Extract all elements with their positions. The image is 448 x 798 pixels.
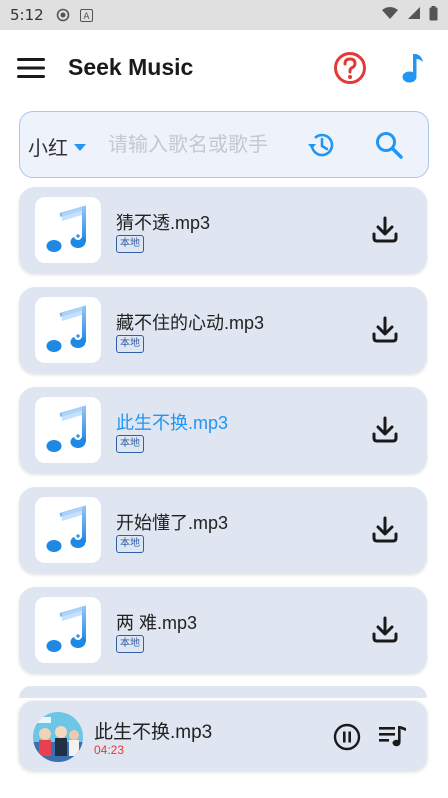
download-icon xyxy=(372,416,398,443)
song-source-tag: 本地 xyxy=(116,235,144,253)
status-bar: 5:12 A xyxy=(0,0,448,30)
song-source-tag: 本地 xyxy=(116,635,144,653)
download-icon xyxy=(372,616,398,643)
search-bar: 小红 xyxy=(19,111,429,178)
song-item[interactable]: 此生不换.mp3 本地 xyxy=(19,387,427,473)
mini-player[interactable]: 此生不换.mp3 04:23 xyxy=(19,701,427,771)
download-button[interactable] xyxy=(371,216,399,246)
a-badge-icon: A xyxy=(79,8,93,22)
song-item[interactable]: 开始懂了.mp3 本地 xyxy=(19,487,427,573)
song-source-tag: 本地 xyxy=(116,535,144,553)
song-cover xyxy=(35,297,101,363)
wifi-icon xyxy=(381,6,399,24)
song-cover xyxy=(35,497,101,563)
help-icon xyxy=(334,52,366,84)
status-time: 5:12 xyxy=(10,6,44,24)
playlist-icon xyxy=(379,726,406,747)
signal-icon xyxy=(407,6,421,24)
caret-down-icon xyxy=(74,135,86,158)
song-item[interactable]: 猜不透.mp3 本地 xyxy=(19,187,427,273)
player-time: 04:23 xyxy=(94,743,125,757)
battery-icon xyxy=(429,5,438,25)
source-label: 小红 xyxy=(28,138,68,160)
record-icon xyxy=(56,8,70,22)
song-cover xyxy=(35,597,101,663)
music-file-icon xyxy=(46,405,86,452)
song-cover xyxy=(35,197,101,263)
download-icon xyxy=(372,516,398,543)
pause-icon xyxy=(333,723,361,751)
app-bar: Seek Music xyxy=(0,30,448,106)
search-button[interactable] xyxy=(374,130,404,160)
music-file-icon xyxy=(46,505,86,552)
svg-text:A: A xyxy=(83,12,90,22)
history-button[interactable] xyxy=(306,130,336,160)
music-file-icon xyxy=(46,205,86,252)
player-song-title: 此生不换.mp3 xyxy=(94,722,213,743)
menu-icon xyxy=(17,58,45,78)
song-item[interactable]: 藏不住的心动.mp3 本地 xyxy=(19,287,427,373)
song-title: 两 难.mp3 xyxy=(116,613,198,633)
menu-button[interactable] xyxy=(14,54,48,82)
playlist-button[interactable] xyxy=(379,725,407,749)
pause-button[interactable] xyxy=(333,723,361,751)
song-title: 此生不换.mp3 xyxy=(116,413,229,433)
song-title: 开始懂了.mp3 xyxy=(116,513,229,533)
app-title: Seek Music xyxy=(68,54,194,80)
song-item[interactable]: 两 难.mp3 本地 xyxy=(19,587,427,673)
download-button[interactable] xyxy=(371,616,399,646)
search-icon xyxy=(376,132,403,159)
download-button[interactable] xyxy=(371,516,399,546)
search-input[interactable] xyxy=(108,127,304,163)
download-icon xyxy=(372,216,398,243)
history-icon xyxy=(308,133,334,157)
song-item-partial xyxy=(19,686,427,698)
music-file-icon xyxy=(46,305,86,352)
song-title: 猜不透.mp3 xyxy=(116,213,211,233)
song-source-tag: 本地 xyxy=(116,435,144,453)
song-source-tag: 本地 xyxy=(116,335,144,353)
download-button[interactable] xyxy=(371,316,399,346)
source-dropdown[interactable]: 小红 xyxy=(28,132,86,161)
music-file-icon xyxy=(46,605,86,652)
music-note-icon xyxy=(402,54,423,83)
song-title: 藏不住的心动.mp3 xyxy=(116,313,265,333)
help-button[interactable] xyxy=(332,50,368,86)
player-album-art xyxy=(33,712,83,762)
download-button[interactable] xyxy=(371,416,399,446)
music-button[interactable] xyxy=(396,50,430,86)
song-cover xyxy=(35,397,101,463)
download-icon xyxy=(372,316,398,343)
